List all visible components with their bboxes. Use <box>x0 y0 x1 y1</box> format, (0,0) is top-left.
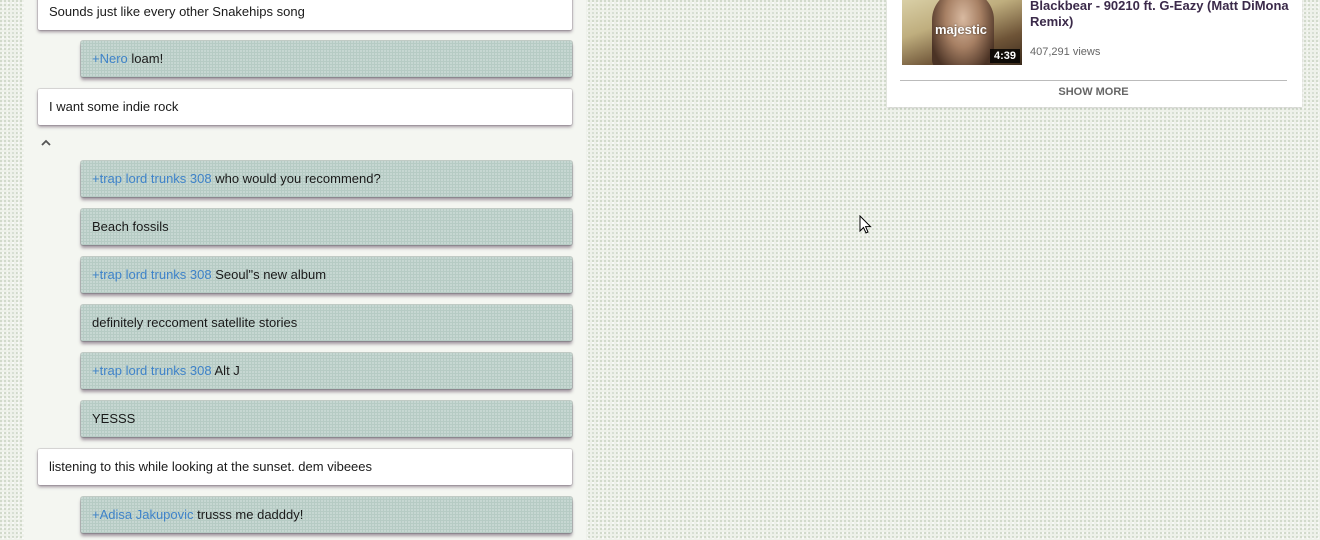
divider <box>900 80 1287 81</box>
comment-text: I want some indie rock <box>49 99 179 114</box>
mention-link[interactable]: +trap lord trunks 308 <box>92 267 212 282</box>
comment-text: YESSS <box>92 411 136 426</box>
comment-text: Alt J <box>211 363 240 378</box>
comment-reply: +Nero loam! <box>81 41 572 77</box>
comment-text: Beach fossils <box>92 219 169 234</box>
comment-top: I want some indie rock <box>38 89 572 125</box>
comment-text: Seoul"s new album <box>211 267 327 282</box>
mouse-cursor-icon <box>859 215 872 234</box>
video-views: 407,291 views <box>1030 46 1101 58</box>
collapse-replies-icon[interactable] <box>40 137 52 149</box>
video-title[interactable]: Blackbear - 90210 ft. G-Eazy (Matt DiMon… <box>1030 0 1295 30</box>
comment-text: who would you recommend? <box>211 171 381 186</box>
related-videos-panel: majestic 4:39 Blackbear - 90210 ft. G-Ea… <box>887 0 1302 107</box>
comment-reply: definitely reccoment satellite stories <box>81 305 572 341</box>
mention-link[interactable]: +Nero <box>92 51 128 66</box>
mention-link[interactable]: +trap lord trunks 308 <box>92 171 212 186</box>
comment-text: listening to this while looking at the s… <box>49 459 373 474</box>
comment-text: definitely reccoment satellite stories <box>92 315 298 330</box>
comment-top: listening to this while looking at the s… <box>38 449 572 485</box>
show-more-button[interactable]: SHOW MORE <box>900 86 1287 98</box>
comment-reply: Beach fossils <box>81 209 572 245</box>
comment-top: Sounds just like every other Snakehips s… <box>38 0 572 30</box>
comment-reply: +trap lord trunks 308 Alt J <box>81 353 572 389</box>
comment-reply: +Adisa Jakupovic trusss me dadddy! <box>81 497 572 533</box>
comment-text: trusss me dadddy! <box>193 507 304 522</box>
comment-reply: YESSS <box>81 401 572 437</box>
comment-reply: +trap lord trunks 308 who would you reco… <box>81 161 572 197</box>
comment-text: Sounds just like every other Snakehips s… <box>49 4 305 19</box>
comment-reply: +trap lord trunks 308 Seoul"s new album <box>81 257 572 293</box>
video-duration: 4:39 <box>989 49 1020 63</box>
mention-link[interactable]: +Adisa Jakupovic <box>92 507 194 522</box>
mention-link[interactable]: +trap lord trunks 308 <box>92 363 212 378</box>
video-thumbnail[interactable]: majestic 4:39 <box>902 0 1022 65</box>
comment-text: loam! <box>127 51 164 66</box>
thumbnail-text: majestic <box>935 22 988 37</box>
